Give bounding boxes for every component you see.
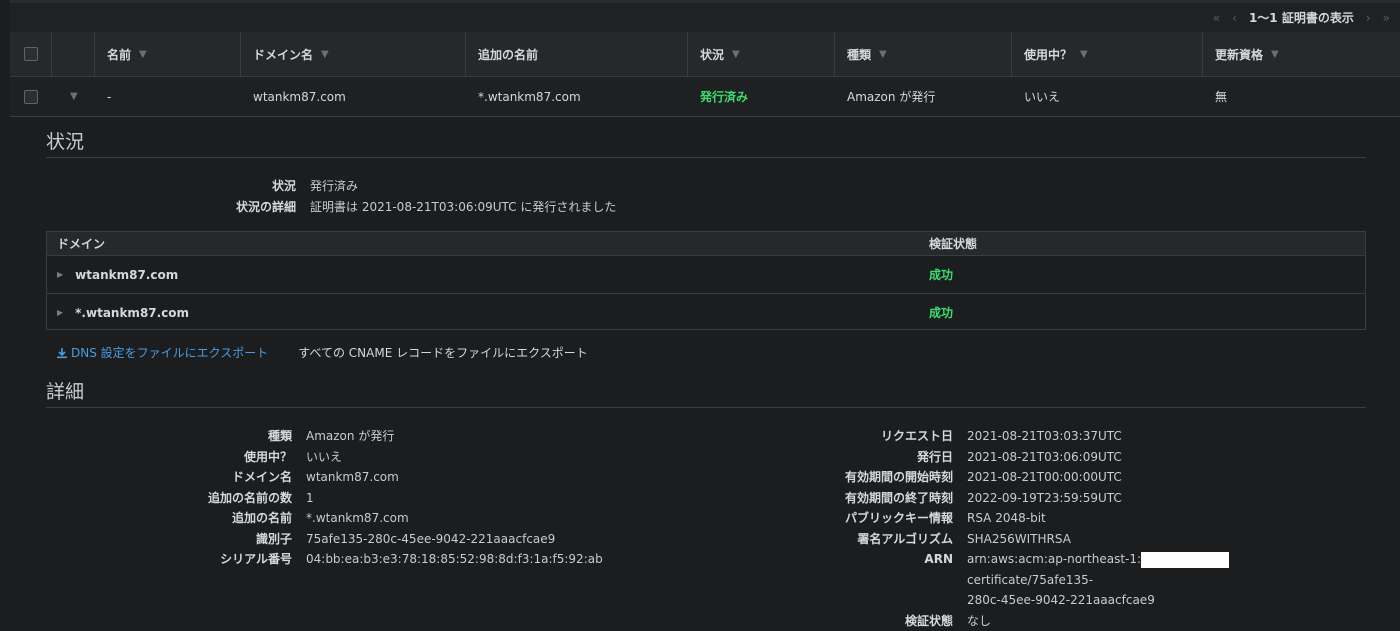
cell-status: 発行済み: [688, 77, 835, 116]
detail-row: 追加の名前の数1: [160, 488, 603, 509]
domain-row[interactable]: ▶ *.wtankm87.com 成功: [47, 294, 1365, 331]
detail-row: 有効期間の終了時刻2022-09-19T23:59:59UTC: [780, 488, 1337, 509]
column-header-renewal[interactable]: 更新資格▼: [1203, 32, 1400, 76]
column-header-in-use[interactable]: 使用中？▼: [1012, 32, 1203, 76]
export-dns-link[interactable]: DNS 設定をファイルにエクスポート: [56, 344, 268, 361]
last-page-icon[interactable]: »: [1383, 11, 1390, 25]
detail-row: パブリックキー情報RSA 2048-bit: [780, 508, 1337, 529]
sort-caret-icon: ▼: [1080, 49, 1088, 60]
detail-row: リクエスト日2021-08-21T03:03:37UTC: [780, 426, 1337, 447]
row-expand-icon[interactable]: ▼: [52, 77, 95, 116]
table-row[interactable]: ▼ - wtankm87.com *.wtankm87.com 発行済み Ama…: [10, 77, 1400, 117]
domain-table-header: ドメイン 検証状態: [47, 232, 1365, 256]
details-section-title: 詳細: [46, 377, 84, 404]
sort-caret-icon: ▼: [321, 49, 329, 60]
status-row: 状況 発行済み: [160, 176, 358, 197]
column-header-domain-name: ドメイン: [47, 235, 929, 252]
cell-domain: wtankm87.com: [241, 77, 466, 116]
identifier-link[interactable]: 75afe135-280c-45ee-9042-221aaacfcae9: [306, 529, 555, 550]
cell-type: Amazon が発行: [835, 77, 1012, 116]
column-header-type[interactable]: 種類▼: [835, 32, 1012, 76]
sort-caret-icon: ▼: [879, 49, 887, 60]
detail-panel: 状況 状況 発行済み 状況の詳細 証明書は 2021-08-21T03:06:0…: [10, 117, 1400, 621]
status-label: 状況: [160, 176, 310, 197]
arn-label: ARN: [780, 549, 967, 611]
status-detail-row: 状況の詳細 証明書は 2021-08-21T03:06:09UTC に発行されま…: [160, 197, 616, 218]
next-page-icon[interactable]: ›: [1366, 11, 1371, 25]
cell-in-use: いいえ: [1012, 77, 1203, 116]
arn-row: ARN arn:aws:acm:ap-northeast-1:certifica…: [780, 549, 1337, 611]
export-cname-link[interactable]: すべての CNAME レコードをファイルにエクスポート: [298, 344, 587, 361]
divider: [46, 157, 1366, 158]
detail-row: ドメイン名wtankm87.com: [160, 467, 603, 488]
row-checkbox[interactable]: [24, 90, 38, 104]
sort-caret-icon: ▼: [139, 49, 147, 60]
column-header-additional-names[interactable]: 追加の名前: [466, 32, 688, 76]
arn-value: arn:aws:acm:ap-northeast-1:certificate/7…: [967, 549, 1337, 611]
domain-name: *.wtankm87.com: [75, 306, 189, 320]
pager-bar: « ‹ 1〜1 証明書の表示 › »: [10, 0, 1400, 32]
download-icon: [56, 347, 68, 359]
domain-row[interactable]: ▶ wtankm87.com 成功: [47, 256, 1365, 294]
status-detail-label: 状況の詳細: [160, 197, 310, 218]
detail-row: 署名アルゴリズムSHA256WITHRSA: [780, 529, 1337, 550]
detail-row: 発行日2021-08-21T03:06:09UTC: [780, 447, 1337, 468]
detail-row: 識別子75afe135-280c-45ee-9042-221aaacfcae9: [160, 529, 603, 550]
select-all-checkbox[interactable]: [24, 47, 38, 61]
detail-row: 使用中？いいえ: [160, 447, 603, 468]
detail-row: 有効期間の開始時刻2021-08-21T00:00:00UTC: [780, 467, 1337, 488]
prev-page-icon[interactable]: ‹: [1232, 11, 1237, 25]
column-header-domain[interactable]: ドメイン名▼: [241, 32, 466, 76]
expand-arrow-icon[interactable]: ▶: [57, 270, 63, 279]
domain-name: wtankm87.com: [75, 268, 178, 282]
expand-column-header: [52, 32, 95, 76]
details-left-column: 種類Amazon が発行 使用中？いいえ ドメイン名wtankm87.com 追…: [160, 426, 603, 570]
redacted-account-id: [1141, 552, 1229, 568]
status-detail-value: 証明書は 2021-08-21T03:06:09UTC に発行されました: [310, 197, 616, 218]
column-header-validation: 検証状態: [929, 235, 977, 252]
certificate-table-header: 名前▼ ドメイン名▼ 追加の名前 状況▼ 種類▼ 使用中？▼ 更新資格▼: [10, 32, 1400, 77]
row-select-cell: [10, 77, 52, 116]
export-links: DNS 設定をファイルにエクスポート すべての CNAME レコードをファイルに…: [56, 344, 588, 361]
result-count: 1〜1 証明書の表示: [1249, 9, 1354, 26]
detail-row: 追加の名前*.wtankm87.com: [160, 508, 603, 529]
validation-status: 成功: [929, 304, 953, 321]
select-all-cell: [10, 32, 52, 76]
first-page-icon[interactable]: «: [1213, 11, 1220, 25]
details-right-column: リクエスト日2021-08-21T03:03:37UTC 発行日2021-08-…: [780, 426, 1337, 631]
column-header-status[interactable]: 状況▼: [688, 32, 835, 76]
cell-name: -: [95, 77, 241, 116]
divider: [46, 407, 1366, 408]
sort-caret-icon: ▼: [1271, 49, 1279, 60]
cell-additional-names: *.wtankm87.com: [466, 77, 688, 116]
expand-arrow-icon[interactable]: ▶: [57, 308, 63, 317]
cell-renewal: 無: [1203, 77, 1400, 116]
detail-row: 種類Amazon が発行: [160, 426, 603, 447]
domain-validation-table: ドメイン 検証状態 ▶ wtankm87.com 成功 ▶ *.wtankm87…: [46, 231, 1366, 330]
validation-status: 成功: [929, 266, 953, 283]
status-value: 発行済み: [310, 176, 358, 197]
status-section-title: 状況: [46, 127, 84, 154]
column-header-name[interactable]: 名前▼: [95, 32, 241, 76]
detail-row: シリアル番号04:bb:ea:b3:e3:78:18:85:52:98:8d:f…: [160, 549, 603, 570]
pager: « ‹ 1〜1 証明書の表示 › »: [1213, 9, 1400, 26]
sort-caret-icon: ▼: [732, 49, 740, 60]
